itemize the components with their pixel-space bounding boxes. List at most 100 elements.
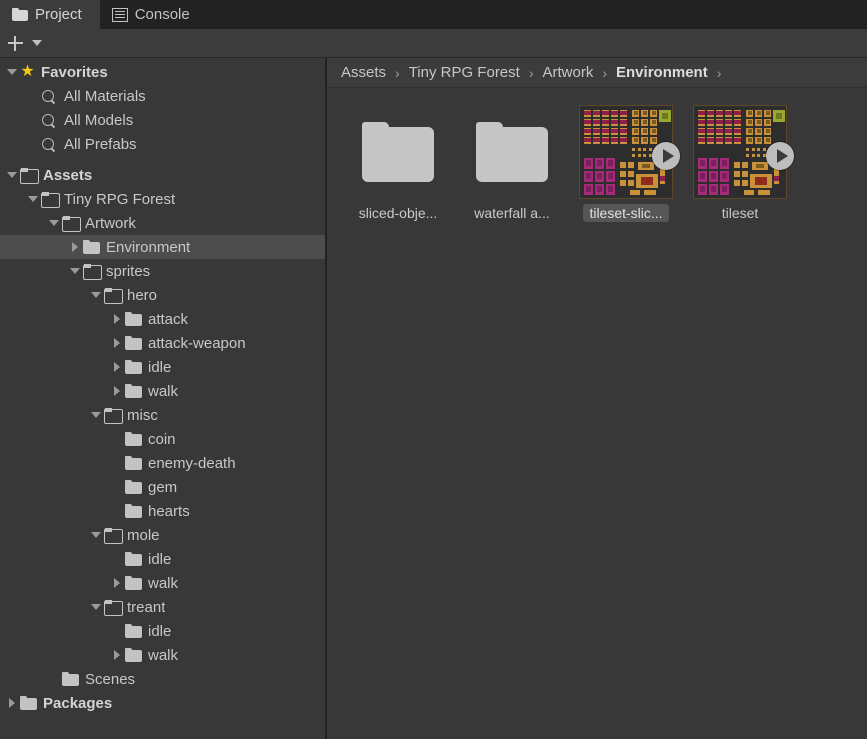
folder-icon xyxy=(125,504,142,518)
tree-item-misc[interactable]: misc xyxy=(0,403,325,427)
tree-item-label: All Materials xyxy=(64,87,146,105)
tree-item-idle[interactable]: idle xyxy=(0,619,325,643)
tree-item-all-prefabs[interactable]: All Prefabs xyxy=(0,132,325,156)
project-window: Project Console ★ Favorites All Materials A… xyxy=(0,0,867,739)
chevron-right-icon[interactable] xyxy=(109,643,125,667)
chevron-down-icon[interactable] xyxy=(88,595,104,619)
tree-item-walk[interactable]: walk xyxy=(0,571,325,595)
breadcrumb-item-tiny-rpg-forest[interactable]: Tiny RPG Forest xyxy=(407,64,522,81)
chevron-right-icon[interactable] xyxy=(67,235,83,259)
tree-item-environment[interactable]: Environment xyxy=(0,235,325,259)
chevron-down-icon xyxy=(32,40,42,46)
tab-project[interactable]: Project xyxy=(0,0,100,29)
tree-item-coin[interactable]: coin xyxy=(0,427,325,451)
asset-grid-item[interactable]: tileset-slic... xyxy=(569,104,683,222)
chevron-down-icon[interactable] xyxy=(88,403,104,427)
folder-icon xyxy=(125,456,142,470)
star-icon: ★ xyxy=(20,63,35,80)
asset-thumbnail xyxy=(578,104,680,199)
tree-item-idle[interactable]: idle xyxy=(0,547,325,571)
breadcrumb-item-environment[interactable]: Environment xyxy=(614,64,710,81)
breadcrumb-separator-icon: › xyxy=(395,64,400,81)
tree-item-sprites[interactable]: sprites xyxy=(0,259,325,283)
breadcrumb-item-artwork[interactable]: Artwork xyxy=(541,64,596,81)
add-asset-dropdown-button[interactable] xyxy=(27,33,47,53)
tree-item-gem[interactable]: gem xyxy=(0,475,325,499)
tab-console[interactable]: Console xyxy=(99,0,208,29)
tree-item-idle[interactable]: idle xyxy=(0,355,325,379)
asset-thumbnail xyxy=(464,104,560,199)
tree-item-label: Tiny RPG Forest xyxy=(64,190,176,208)
folder-icon xyxy=(125,384,142,398)
tree-item-hearts[interactable]: hearts xyxy=(0,499,325,523)
chevron-down-icon[interactable] xyxy=(25,187,41,211)
tree-item-all-materials[interactable]: All Materials xyxy=(0,84,325,108)
tree-item-enemy-death[interactable]: enemy-death xyxy=(0,451,325,475)
chevron-right-icon[interactable] xyxy=(109,307,125,331)
chevron-down-icon[interactable] xyxy=(46,211,62,235)
asset-grid-item[interactable]: sliced-obje... xyxy=(341,104,455,222)
tree-item-label: sprites xyxy=(106,262,151,280)
chevron-right-icon[interactable] xyxy=(109,379,125,403)
tree-item-label: All Models xyxy=(64,111,134,129)
folder-icon xyxy=(83,240,100,254)
asset-label: tileset-slic... xyxy=(583,204,669,222)
asset-grid-item[interactable]: tileset xyxy=(683,104,797,222)
console-lines-icon xyxy=(111,7,128,22)
chevron-down-icon[interactable] xyxy=(4,163,20,187)
chevron-right-icon[interactable] xyxy=(109,331,125,355)
play-icon[interactable] xyxy=(652,142,680,170)
tree-item-attack[interactable]: attack xyxy=(0,307,325,331)
asset-label: tileset xyxy=(721,205,759,222)
chevron-right-icon[interactable] xyxy=(4,691,20,715)
tree-item-label: Assets xyxy=(43,166,93,184)
asset-grid-item[interactable]: waterfall a... xyxy=(455,104,569,222)
tree-item-artwork[interactable]: Artwork xyxy=(0,211,325,235)
folder-icon xyxy=(62,672,79,686)
tree-item-all-models[interactable]: All Models xyxy=(0,108,325,132)
chevron-down-icon[interactable] xyxy=(88,523,104,547)
add-asset-button[interactable] xyxy=(5,33,25,53)
asset-label: waterfall a... xyxy=(474,205,550,222)
chevron-right-icon[interactable] xyxy=(109,571,125,595)
tree-item-label: attack-weapon xyxy=(148,334,246,352)
folder-icon xyxy=(12,7,28,22)
tree-item-scenes[interactable]: Scenes xyxy=(0,667,325,691)
project-content-panel: Assets › Tiny RPG Forest › Artwork › Environme… xyxy=(327,58,867,739)
folder-open-icon xyxy=(104,600,123,616)
tree-item-label: Favorites xyxy=(41,63,108,81)
tree-item-walk[interactable]: walk xyxy=(0,379,325,403)
tree-item-walk[interactable]: walk xyxy=(0,643,325,667)
tree-item-label: idle xyxy=(148,550,172,568)
asset-grid: sliced-obje... waterfall a... tileset-slic… xyxy=(327,88,867,739)
tree-item-tiny-rpg-forest[interactable]: Tiny RPG Forest xyxy=(0,187,325,211)
tree-item-attack-weapon[interactable]: attack-weapon xyxy=(0,331,325,355)
folder-icon xyxy=(125,624,142,638)
tree-item-label: misc xyxy=(127,406,158,424)
folder-open-icon xyxy=(20,168,39,184)
tree-item-label: hearts xyxy=(148,502,190,520)
folder-icon xyxy=(125,336,142,350)
tree-item-hero[interactable]: hero xyxy=(0,283,325,307)
tree-item-label: All Prefabs xyxy=(64,135,137,153)
breadcrumb-item-assets[interactable]: Assets xyxy=(339,64,388,81)
tree-item-assets[interactable]: Assets xyxy=(0,163,325,187)
search-icon xyxy=(41,113,58,128)
tree-item-treant[interactable]: treant xyxy=(0,595,325,619)
tree-item-label: mole xyxy=(127,526,160,544)
folder-open-icon xyxy=(83,264,102,280)
tree-item-packages[interactable]: Packages xyxy=(0,691,325,715)
chevron-down-icon[interactable] xyxy=(4,60,20,84)
breadcrumb-separator-icon: › xyxy=(716,64,722,81)
play-icon[interactable] xyxy=(766,142,794,170)
chevron-down-icon[interactable] xyxy=(67,259,83,283)
folder-icon xyxy=(20,696,37,710)
folder-open-icon xyxy=(104,528,123,544)
tree-item-favorites[interactable]: ★ Favorites xyxy=(0,60,325,84)
chevron-right-icon[interactable] xyxy=(109,355,125,379)
tree-item-mole[interactable]: mole xyxy=(0,523,325,547)
chevron-down-icon[interactable] xyxy=(88,283,104,307)
